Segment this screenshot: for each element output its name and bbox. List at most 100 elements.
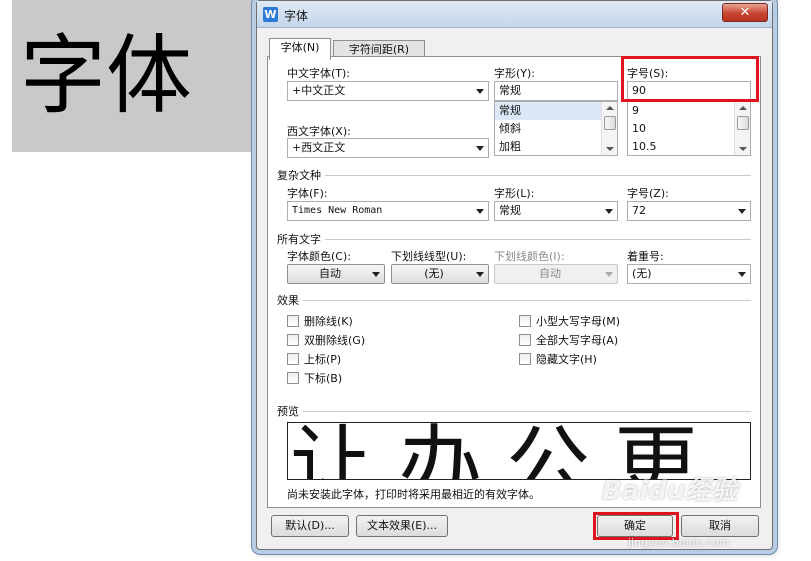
superscript-label: 上标(P): [304, 353, 342, 366]
subscript-label: 下标(B): [304, 372, 343, 385]
all-text-group-title: 所有文字: [277, 231, 325, 247]
style-input[interactable]: 常规: [494, 81, 618, 101]
ok-button[interactable]: 确定: [597, 515, 673, 537]
font-color-dropdown[interactable]: 自动: [287, 264, 385, 284]
cn-font-select[interactable]: +中文正文: [287, 81, 489, 101]
size-scrollbar[interactable]: [734, 102, 750, 155]
complex-font-label: 字体(F):: [287, 187, 328, 200]
small-caps-checkbox[interactable]: 小型大写字母(M): [519, 313, 620, 329]
close-button[interactable]: ✕: [722, 3, 768, 22]
cn-font-label: 中文字体(T):: [287, 67, 351, 80]
strikethrough-checkbox[interactable]: 删除线(K): [287, 313, 353, 329]
text-effects-button[interactable]: 文本效果(E)...: [356, 515, 448, 537]
all-caps-checkbox[interactable]: 全部大写字母(A): [519, 332, 618, 348]
document-text: 字体: [12, 0, 262, 152]
default-button[interactable]: 默认(D)...: [271, 515, 349, 537]
font-color-value: 自动: [319, 267, 341, 280]
chevron-down-icon: [605, 209, 613, 214]
font-dialog: W 字体 ✕ 字体(N) 字符间距(R) 中文字体(T): +中文正文 字形(Y…: [256, 0, 773, 550]
cn-font-value: +中文正文: [292, 84, 346, 97]
style-option-regular[interactable]: 常规: [495, 102, 617, 120]
scroll-down-icon[interactable]: [739, 147, 747, 151]
group-divider: [277, 239, 751, 240]
small-caps-label: 小型大写字母(M): [536, 315, 621, 328]
checkbox-box[interactable]: [287, 372, 299, 384]
size-label: 字号(S):: [627, 67, 669, 80]
style-value: 常规: [499, 84, 521, 97]
group-divider: [277, 411, 751, 412]
checkbox-box[interactable]: [519, 334, 531, 346]
style-option-italic[interactable]: 倾斜: [495, 120, 617, 138]
complex-style-label: 字形(L):: [494, 187, 535, 200]
preview-note: 尚未安装此字体，打印时将采用最相近的有效字体。: [287, 488, 540, 501]
size-option-10-5[interactable]: 10.5: [628, 138, 750, 155]
emphasis-select[interactable]: (无): [627, 264, 751, 284]
size-input[interactable]: 90: [627, 81, 751, 101]
cancel-button[interactable]: 取消: [681, 515, 759, 537]
scroll-up-icon[interactable]: [606, 106, 614, 110]
complex-font-value: Times New Roman: [292, 205, 383, 216]
west-font-value: +西文正文: [292, 141, 346, 154]
double-strikethrough-checkbox[interactable]: 双删除线(G): [287, 332, 365, 348]
scroll-thumb[interactable]: [737, 116, 749, 130]
complex-size-select[interactable]: 72: [627, 201, 751, 221]
preview-group-title: 预览: [277, 403, 303, 419]
hidden-text-label: 隐藏文字(H): [536, 353, 597, 366]
scroll-up-icon[interactable]: [739, 106, 747, 110]
strikethrough-label: 删除线(K): [304, 315, 353, 328]
dialog-title: 字体: [284, 9, 309, 23]
size-option-10[interactable]: 10: [628, 120, 750, 138]
underline-color-label: 下划线颜色(I):: [494, 250, 565, 263]
checkbox-box[interactable]: [519, 353, 531, 365]
chevron-down-icon: [476, 209, 484, 214]
underline-color-dropdown: 自动: [494, 264, 618, 284]
checkbox-box[interactable]: [287, 315, 299, 327]
style-listbox[interactable]: 常规 倾斜 加粗: [494, 101, 618, 156]
tab-font[interactable]: 字体(N): [269, 38, 331, 60]
west-font-select[interactable]: +西文正文: [287, 138, 489, 158]
style-label: 字形(Y):: [494, 67, 536, 80]
style-scrollbar[interactable]: [601, 102, 617, 155]
baidu-watermark-url: jingyan.baidu.com: [628, 536, 730, 549]
chevron-down-icon: [476, 272, 484, 277]
scroll-down-icon[interactable]: [606, 147, 614, 151]
underline-style-value: (无): [424, 267, 444, 280]
all-caps-label: 全部大写字母(A): [536, 334, 619, 347]
underline-color-value: 自动: [539, 267, 561, 280]
effects-group-title: 效果: [277, 292, 303, 308]
complex-font-select[interactable]: Times New Roman: [287, 201, 489, 221]
chevron-down-icon: [738, 272, 746, 277]
chevron-down-icon: [738, 209, 746, 214]
west-font-label: 西文字体(X):: [287, 125, 351, 138]
checkbox-box[interactable]: [519, 315, 531, 327]
double-strikethrough-label: 双删除线(G): [304, 334, 366, 347]
scroll-thumb[interactable]: [604, 116, 616, 130]
subscript-checkbox[interactable]: 下标(B): [287, 370, 342, 386]
checkbox-box[interactable]: [287, 353, 299, 365]
title-bar[interactable]: W 字体 ✕: [257, 1, 772, 28]
complex-style-select[interactable]: 常规: [494, 201, 618, 221]
baidu-watermark: Baidu经验: [602, 476, 738, 506]
complex-size-label: 字号(Z):: [627, 187, 669, 200]
group-divider: [277, 300, 751, 301]
complex-size-value: 72: [632, 204, 646, 217]
chevron-down-icon: [476, 89, 484, 94]
underline-style-dropdown[interactable]: (无): [391, 264, 489, 284]
group-divider: [277, 175, 751, 176]
size-option-9[interactable]: 9: [628, 102, 750, 120]
style-option-bold[interactable]: 加粗: [495, 138, 617, 155]
emphasis-label: 着重号:: [627, 250, 664, 263]
complex-style-value: 常规: [499, 204, 521, 217]
superscript-checkbox[interactable]: 上标(P): [287, 351, 341, 367]
chevron-down-icon: [605, 272, 613, 277]
chevron-down-icon: [476, 146, 484, 151]
checkbox-box[interactable]: [287, 334, 299, 346]
complex-group-title: 复杂文种: [277, 167, 325, 183]
size-listbox[interactable]: 9 10 10.5: [627, 101, 751, 156]
underline-style-label: 下划线线型(U):: [391, 250, 467, 263]
wps-app-icon: W: [263, 7, 278, 22]
hidden-text-checkbox[interactable]: 隐藏文字(H): [519, 351, 597, 367]
size-value: 90: [632, 84, 646, 97]
emphasis-value: (无): [632, 267, 652, 280]
font-color-label: 字体颜色(C):: [287, 250, 351, 263]
